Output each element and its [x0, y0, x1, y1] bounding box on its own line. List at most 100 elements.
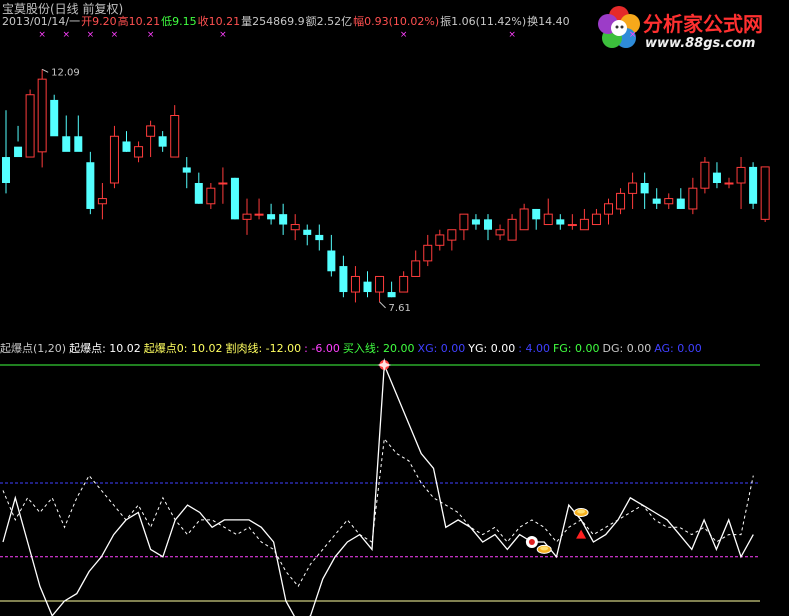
- indicator-item-4: : -6.00: [304, 342, 340, 355]
- indicator-item-9: FG: 0.00: [552, 342, 600, 355]
- candle-body-47: [567, 224, 577, 227]
- marker-x-1: ×: [62, 30, 70, 40]
- coin-icon-shine: [540, 546, 549, 551]
- candle-body-45: [543, 213, 553, 226]
- indicator-item-6: XG: 0.00: [417, 342, 466, 355]
- coin-icon-shine: [577, 509, 586, 514]
- candle-body-39: [471, 219, 480, 225]
- indicator-item-0: 起爆点(1,20): [0, 342, 67, 355]
- candle-body-51: [616, 192, 626, 210]
- candle-body-12: [146, 125, 156, 137]
- candle-body-23: [279, 214, 288, 225]
- candle-body-40: [484, 219, 492, 230]
- price-annotation-1: 7.61: [389, 303, 411, 314]
- candle-body-57: [688, 187, 698, 210]
- candle-body-32: [387, 292, 396, 298]
- candle-body-50: [604, 203, 613, 215]
- candle-body-0: [2, 157, 10, 183]
- candle-body-3: [37, 78, 47, 153]
- candle-body-60: [724, 182, 734, 185]
- candle-body-43: [519, 208, 529, 231]
- candle-body-13: [158, 136, 167, 147]
- candle-body-8: [97, 198, 107, 205]
- indicator-legend: 起爆点(1,20) 起爆点: 10.02 起爆点0: 10.02 割肉线: -12.0…: [0, 340, 705, 356]
- candle-body-52: [628, 182, 638, 194]
- candle-body-11: [134, 146, 144, 158]
- candle-body-5: [62, 136, 71, 152]
- candle-body-55: [664, 198, 674, 205]
- candle-body-44: [532, 208, 541, 220]
- marker-x-4: ×: [147, 30, 155, 40]
- indicator-item-10: DG: 0.00: [602, 342, 652, 355]
- indicator-item-3: 割肉线: -12.00: [225, 342, 302, 355]
- candle-body-10: [122, 141, 131, 152]
- candle-body-63: [760, 166, 770, 220]
- candle-body-49: [591, 213, 601, 226]
- indicator-item-2: 起爆点0: 10.02: [143, 342, 223, 355]
- candle-body-29: [350, 275, 360, 293]
- candle-body-1: [14, 146, 23, 158]
- candle-body-37: [447, 229, 457, 241]
- candle-body-59: [712, 172, 721, 183]
- candle-body-38: [459, 213, 469, 231]
- coin-icon-2: [536, 544, 552, 554]
- candle-body-31: [375, 275, 385, 293]
- pin-icon-dot: [528, 539, 535, 545]
- candle-body-4: [50, 99, 59, 137]
- triangle-up-icon: [576, 529, 587, 539]
- marker-x-6: ×: [400, 30, 408, 40]
- candle-body-17: [206, 187, 216, 205]
- candle-body-35: [423, 244, 433, 262]
- candle-body-54: [652, 198, 661, 204]
- marker-x-3: ×: [111, 30, 119, 40]
- price-annotation-0: 12.09: [51, 67, 80, 78]
- marker-x-2: ×: [87, 30, 95, 40]
- marker-x-7: ×: [508, 30, 516, 40]
- star-icon-rays: [377, 358, 392, 372]
- indicator-item-5: 买入线: 20.00: [342, 342, 415, 355]
- candle-body-34: [411, 260, 421, 277]
- candle-body-61: [736, 166, 746, 184]
- candle-body-9: [109, 135, 119, 184]
- marker-x-5: ×: [219, 30, 227, 40]
- candle-body-2: [25, 94, 35, 158]
- coin-icon-3: [573, 508, 589, 517]
- candle-body-18: [218, 182, 228, 185]
- candle-body-22: [267, 214, 276, 220]
- marker-x-0: ×: [38, 30, 46, 40]
- candle-body-26: [315, 234, 324, 241]
- candle-body-21: [254, 213, 264, 216]
- star-icon: [377, 358, 392, 372]
- candle-body-27: [327, 250, 336, 272]
- candle-body-20: [242, 213, 252, 220]
- candle-body-25: [303, 229, 312, 235]
- candle-body-6: [74, 136, 83, 152]
- candle-body-24: [290, 224, 300, 231]
- candle-body-48: [579, 218, 589, 231]
- annotation-leader-1: [379, 301, 386, 309]
- candle-body-58: [700, 161, 710, 189]
- pin-icon: [525, 536, 538, 548]
- candle-body-42: [507, 218, 517, 241]
- annotation-leader-0: [41, 68, 49, 73]
- indicator-item-11: AG: 0.00: [654, 342, 702, 355]
- candle-body-62: [749, 166, 758, 204]
- candle-body-33: [399, 275, 409, 293]
- candle-body-53: [640, 183, 649, 194]
- candle-body-14: [170, 115, 180, 158]
- indicator-item-7: YG: 0.00: [468, 342, 516, 355]
- candle-body-16: [194, 183, 203, 204]
- candle-body-19: [230, 177, 239, 220]
- indicator-item-1: 起爆点: 10.02: [69, 342, 141, 355]
- candle-body-36: [435, 234, 445, 246]
- marker-x-8: ×: [629, 30, 637, 40]
- candle-body-30: [363, 281, 372, 293]
- candlestick-chart: × × × × × × × × × 12.09 7.61: [0, 30, 770, 616]
- candle-body-56: [676, 198, 685, 209]
- candle-body-28: [339, 266, 348, 293]
- candle-body-15: [182, 167, 191, 173]
- indicator-item-8: : 4.00: [518, 342, 550, 355]
- candle-body-7: [86, 162, 95, 209]
- candle-body-46: [556, 219, 565, 225]
- candle-body-41: [495, 229, 505, 236]
